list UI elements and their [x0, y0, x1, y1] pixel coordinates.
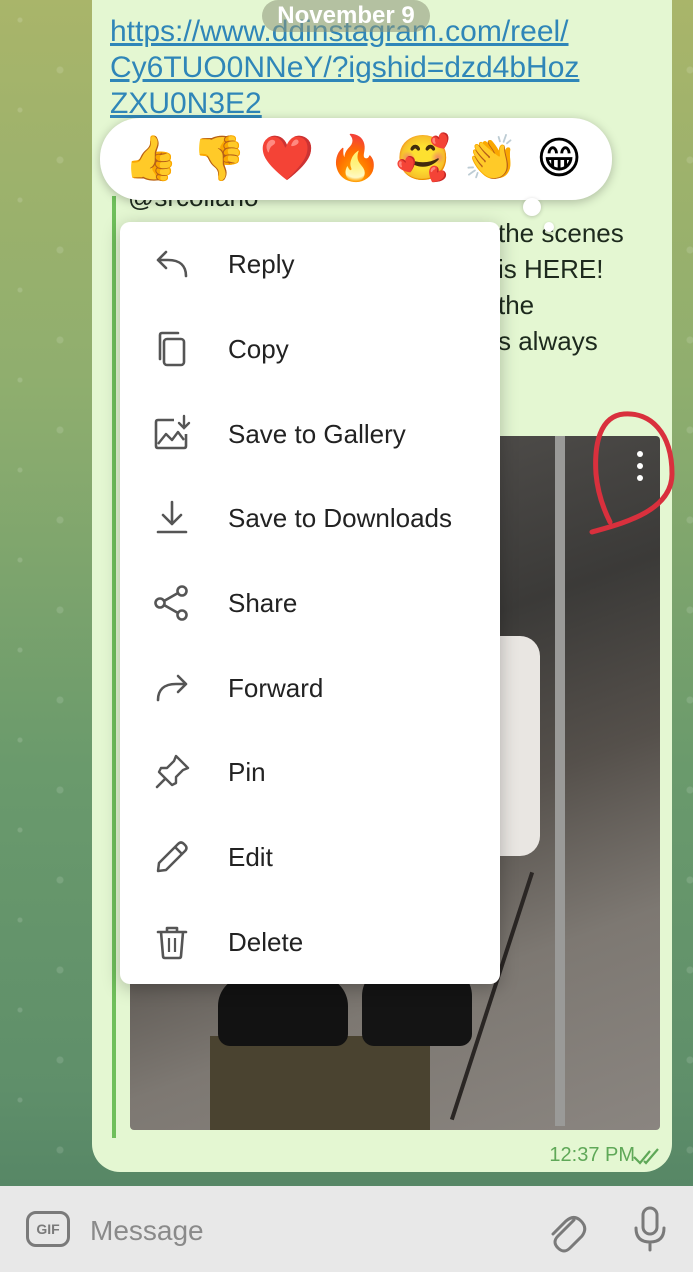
- menu-item-save-downloads[interactable]: Save to Downloads: [120, 476, 500, 560]
- message-input[interactable]: [88, 1206, 522, 1256]
- edit-icon: [150, 835, 194, 879]
- date-pill: November 9: [262, 0, 430, 32]
- shoe: [218, 976, 348, 1046]
- menu-item-label: Save to Downloads: [228, 502, 453, 533]
- gif-button[interactable]: GIF: [26, 1211, 70, 1247]
- reaction-bubble-tail: [544, 222, 554, 232]
- forward-icon: [150, 666, 194, 710]
- context-menu: Reply Copy Save to Gallery Save to Downl…: [120, 222, 500, 984]
- person-shirt: [500, 636, 540, 856]
- menu-item-label: Share: [228, 587, 298, 618]
- menu-item-forward[interactable]: Forward: [120, 646, 500, 730]
- pin-icon: [150, 750, 194, 794]
- menu-item-save-gallery[interactable]: Save to Gallery: [120, 392, 500, 476]
- reply-icon: [150, 242, 194, 286]
- save-gallery-icon: [150, 412, 194, 456]
- reaction-smiling-hearts[interactable]: 🥰: [394, 130, 452, 188]
- reaction-thumbs-up[interactable]: 👍: [122, 130, 180, 188]
- trash-icon: [150, 920, 194, 964]
- menu-item-label: Copy: [228, 333, 289, 364]
- red-circle-annotation: [589, 411, 675, 535]
- menu-item-label: Edit: [228, 841, 273, 872]
- menu-item-label: Forward: [228, 672, 324, 703]
- menu-item-label: Pin: [228, 756, 266, 787]
- preview-accent-bar: [112, 196, 116, 1138]
- reaction-clap[interactable]: 👏: [462, 130, 520, 188]
- reaction-fire[interactable]: 🔥: [326, 130, 384, 188]
- menu-item-label: Delete: [228, 926, 304, 957]
- preview-text-line: is HERE!: [498, 254, 604, 284]
- menu-item-pin[interactable]: Pin: [120, 730, 500, 814]
- menu-item-edit[interactable]: Edit: [120, 815, 500, 899]
- preview-text-line: the: [498, 290, 535, 320]
- menu-item-delete[interactable]: Delete: [120, 900, 500, 984]
- reaction-bubble-tail: [523, 198, 541, 216]
- reaction-bar: 👍 👎 ❤️ 🔥 🥰 👏 😁: [100, 118, 612, 200]
- reaction-grin[interactable]: 😁: [530, 130, 588, 188]
- copy-icon: [150, 327, 194, 371]
- wooden-box: [210, 1036, 430, 1130]
- share-icon: [150, 581, 194, 625]
- reaction-thumbs-down[interactable]: 👎: [190, 130, 248, 188]
- double-check-icon: [633, 1148, 659, 1165]
- reaction-heart[interactable]: ❤️: [258, 130, 316, 188]
- menu-item-reply[interactable]: Reply: [120, 222, 500, 306]
- preview-text-line: the scenes: [498, 218, 624, 248]
- light-stand: [555, 436, 565, 1126]
- bottom-edge: [0, 1272, 693, 1280]
- microphone-icon[interactable]: [628, 1204, 672, 1254]
- preview-text-line: s always: [498, 326, 598, 356]
- download-icon: [150, 496, 194, 540]
- paperclip-icon[interactable]: [544, 1206, 588, 1254]
- menu-item-label: Save to Gallery: [228, 418, 406, 449]
- menu-item-label: Reply: [228, 248, 295, 279]
- menu-item-share[interactable]: Share: [120, 561, 500, 645]
- menu-item-copy[interactable]: Copy: [120, 307, 500, 391]
- message-time: 12:37 PM: [549, 1144, 635, 1166]
